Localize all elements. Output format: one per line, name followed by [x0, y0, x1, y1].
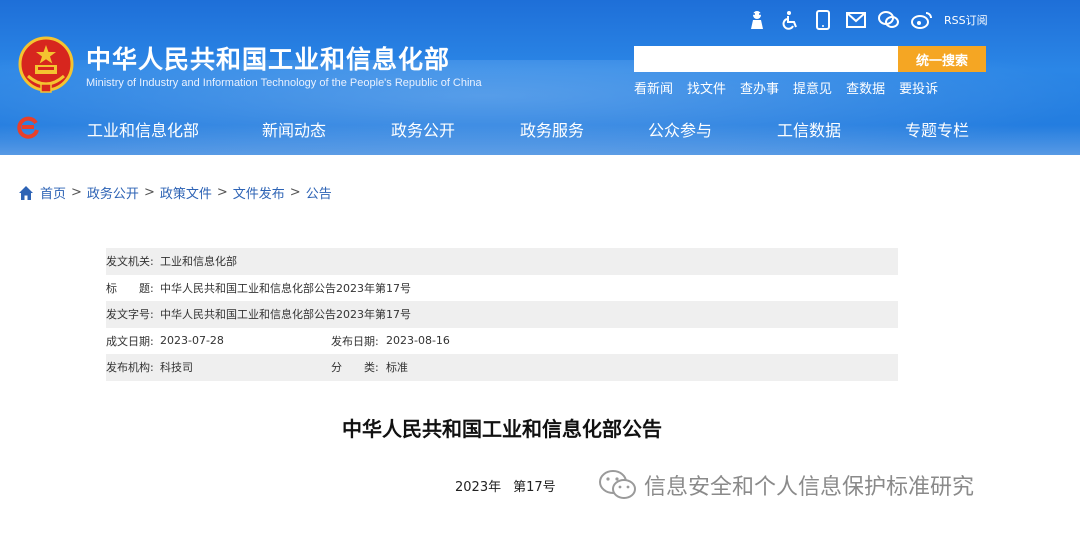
meta-doc-no: 中华人民共和国工业和信息化部公告2023年第17号 [160, 308, 411, 322]
meta-category: 标准 [386, 361, 408, 375]
breadcrumb-home[interactable]: 首页 [40, 183, 66, 202]
meta-label: 发布机构: [106, 361, 154, 375]
meta-row-agency: 发布机构: 科技司 分 类: 标准 [106, 354, 898, 381]
site-title[interactable]: 中华人民共和国工业和信息化部 [86, 40, 450, 76]
breadcrumb-doc-release[interactable]: 文件发布 [233, 183, 285, 202]
breadcrumb-separator: > [143, 185, 155, 200]
rss-link[interactable]: RSS订阅 [944, 12, 988, 28]
wechat-watermark: 信息安全和个人信息保护标准研究 [598, 468, 974, 502]
quick-link-news[interactable]: 看新闻 [634, 78, 673, 97]
meta-label: 发布日期: [331, 334, 379, 348]
meta-row-doc-no: 发文字号: 中华人民共和国工业和信息化部公告2023年第17号 [106, 301, 898, 328]
meta-label: 成文日期: [106, 334, 154, 348]
nav-item-gov-affairs[interactable]: 政务公开 [391, 117, 455, 141]
meta-written-date: 2023-07-28 [160, 334, 224, 348]
nav-item-data[interactable]: 工信数据 [777, 117, 841, 141]
quick-link-files[interactable]: 找文件 [687, 78, 726, 97]
meta-label: 分 类: [331, 361, 379, 375]
meta-title: 中华人民共和国工业和信息化部公告2023年第17号 [160, 281, 411, 295]
site-subtitle: Ministry of Industry and Information Tec… [86, 77, 482, 89]
wechat-watermark-icon [599, 470, 636, 499]
accessibility-icon[interactable] [779, 9, 801, 31]
breadcrumb-separator: > [71, 185, 82, 200]
quick-link-feedback[interactable]: 提意见 [793, 78, 832, 97]
nav-item-ministry[interactable]: 工业和信息化部 [87, 117, 199, 141]
site-header: 中华人民共和国工业和信息化部 Ministry of Industry and … [0, 0, 1080, 155]
document-number: 2023年 第17号 [455, 476, 556, 495]
document-meta-table: 发文机关: 工业和信息化部 标 题: 中华人民共和国工业和信息化部公告2023年… [106, 248, 898, 381]
meta-label: 发文字号: [106, 308, 154, 322]
quick-link-services[interactable]: 查办事 [740, 78, 779, 97]
mobile-icon[interactable] [812, 9, 834, 31]
mail-icon[interactable] [845, 9, 867, 31]
site-logo-icon[interactable] [16, 115, 40, 139]
meta-row-issuer: 发文机关: 工业和信息化部 [106, 248, 898, 275]
breadcrumb-gov-affairs[interactable]: 政务公开 [87, 183, 139, 202]
quick-link-complaint[interactable]: 要投诉 [899, 78, 938, 97]
document-title: 中华人民共和国工业和信息化部公告 [342, 417, 662, 441]
main-nav: 工业和信息化部 新闻动态 政务公开 政务服务 公众参与 工信数据 专题专栏 [0, 112, 1080, 144]
quick-links: 看新闻 找文件 查办事 提意见 查数据 要投诉 [634, 78, 952, 97]
breadcrumb-separator: > [289, 185, 301, 200]
wechat-icon[interactable] [878, 9, 900, 31]
nav-item-participation[interactable]: 公众参与 [648, 117, 712, 141]
meta-label: 发文机关: [106, 255, 154, 269]
breadcrumb-separator: > [216, 185, 228, 200]
meta-label: 标 题: [106, 281, 154, 295]
meta-agency: 科技司 [160, 361, 193, 375]
meta-row-dates: 成文日期: 2023-07-28 发布日期: 2023-08-16 [106, 328, 898, 355]
meta-issuer: 工业和信息化部 [160, 255, 237, 269]
elder-care-icon[interactable] [746, 9, 768, 31]
document-year: 2023年 [455, 480, 502, 495]
search-input[interactable] [634, 46, 900, 72]
top-utility-icons: RSS订阅 [746, 9, 988, 31]
meta-published-date: 2023-08-16 [386, 334, 450, 348]
weibo-icon[interactable] [911, 9, 933, 31]
breadcrumb-announcement[interactable]: 公告 [306, 183, 332, 202]
breadcrumb-policy-docs[interactable]: 政策文件 [160, 183, 212, 202]
nav-item-topics[interactable]: 专题专栏 [905, 117, 969, 141]
home-icon[interactable] [18, 185, 34, 201]
quick-link-data[interactable]: 查数据 [846, 78, 885, 97]
search-button[interactable]: 统一搜索 [898, 46, 986, 72]
breadcrumb: 首页 > 政务公开 > 政策文件 > 文件发布 > 公告 [18, 183, 332, 202]
watermark-text: 信息安全和个人信息保护标准研究 [644, 475, 975, 500]
nav-item-gov-services[interactable]: 政务服务 [520, 117, 584, 141]
document-issue-number: 第17号 [513, 480, 556, 495]
national-emblem-icon[interactable] [18, 36, 74, 94]
meta-row-title: 标 题: 中华人民共和国工业和信息化部公告2023年第17号 [106, 275, 898, 302]
nav-item-news[interactable]: 新闻动态 [262, 117, 326, 141]
